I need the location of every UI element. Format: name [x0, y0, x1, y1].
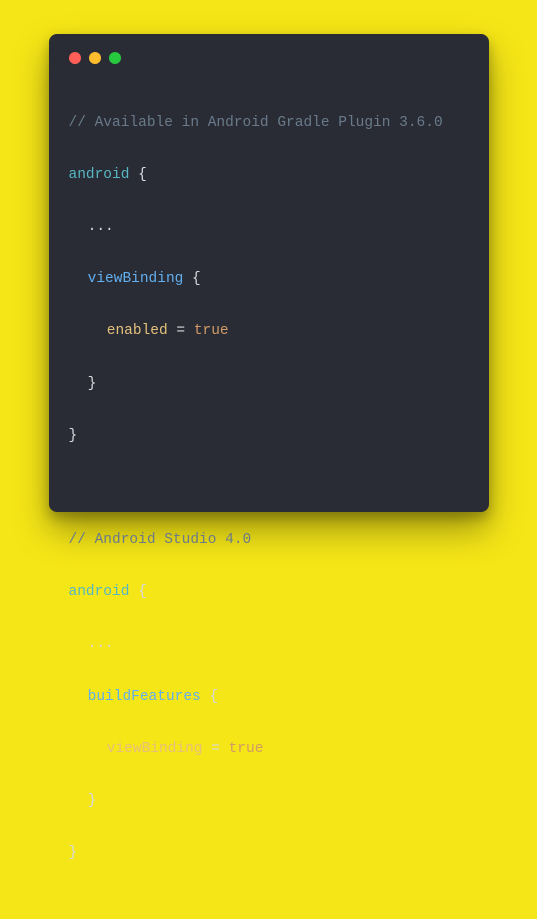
brace-close: } [69, 845, 78, 861]
code-comment: // Available in Android Gradle Plugin 3.… [69, 115, 443, 131]
ellipsis: ... [88, 636, 114, 652]
code-value: true [194, 323, 229, 339]
close-icon[interactable] [69, 52, 81, 64]
brace-open: { [183, 271, 200, 287]
ellipsis: ... [88, 219, 114, 235]
brace-close: } [88, 376, 97, 392]
code-section: buildFeatures [88, 689, 201, 705]
code-property: enabled [107, 323, 168, 339]
brace-open: { [201, 689, 218, 705]
code-window: // Available in Android Gradle Plugin 3.… [49, 34, 489, 512]
code-value: true [229, 741, 264, 757]
brace-open: { [129, 167, 146, 183]
code-comment: // Android Studio 4.0 [69, 532, 252, 548]
code-block: // Available in Android Gradle Plugin 3.… [69, 84, 469, 919]
brace-open: { [129, 584, 146, 600]
code-identifier: android [69, 167, 130, 183]
brace-close: } [69, 428, 78, 444]
zoom-icon[interactable] [109, 52, 121, 64]
brace-close: } [88, 793, 97, 809]
window-titlebar [69, 52, 469, 64]
code-property: viewBinding [107, 741, 203, 757]
assign-op: = [168, 323, 194, 339]
minimize-icon[interactable] [89, 52, 101, 64]
code-section: viewBinding [88, 271, 184, 287]
code-identifier: android [69, 584, 130, 600]
assign-op: = [203, 741, 229, 757]
